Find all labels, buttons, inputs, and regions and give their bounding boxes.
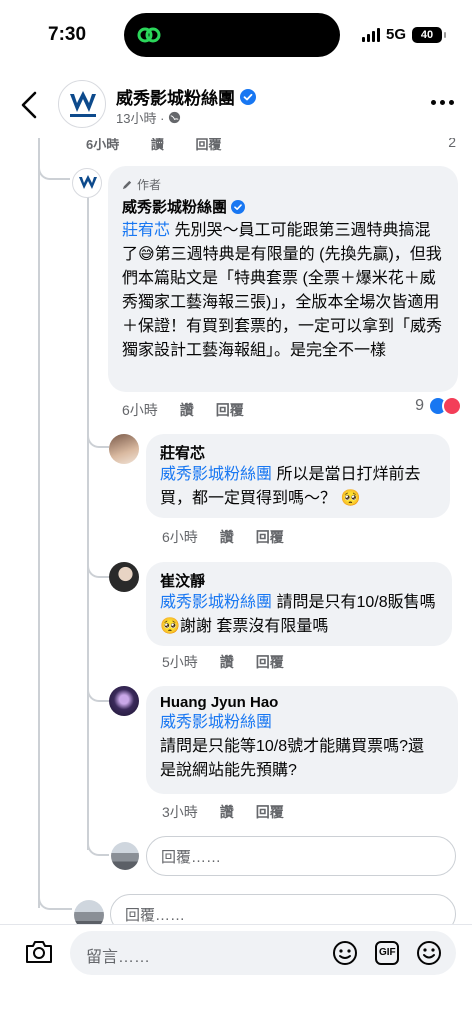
status-bar: 7:30 5G 40: [0, 0, 472, 70]
like-button[interactable]: 讚: [180, 400, 194, 420]
reply-input-placeholder: 回覆……: [161, 848, 222, 866]
gif-icon[interactable]: GIF: [372, 938, 402, 968]
back-chevron-icon[interactable]: [18, 90, 42, 120]
previous-comment-actions: 6小時 讀 回覆: [86, 138, 250, 153]
reply-actions: 3小時 讚 回覆: [162, 802, 284, 822]
network-label: 5G: [385, 26, 406, 43]
globe-icon: [169, 111, 181, 124]
thread-connector-reply-1: [87, 420, 109, 448]
reply-button[interactable]: 回覆: [256, 527, 284, 547]
comment-body: 先別哭～員工可能跟第三週特典搞混了😅第三週特典是有限量的 (先換先贏)，但我們本…: [122, 222, 443, 359]
more-options-icon[interactable]: [431, 100, 454, 105]
reply-time: 3小時: [162, 804, 198, 820]
mention-link[interactable]: 威秀影城粉絲團: [160, 714, 272, 731]
reply-avatar[interactable]: [109, 686, 139, 716]
reply-body: 請問是只能等10/8號才能購買票嗎?還是說網站能先預購?: [160, 738, 425, 779]
camera-icon[interactable]: [24, 939, 54, 965]
reaction-count: 9: [415, 397, 424, 414]
reply-bubble[interactable]: 莊宥芯 威秀影城粉絲團 所以是當日打烊前去買，都一定買得到嗎～？ 🥺: [146, 434, 450, 518]
emoji-icon[interactable]: [414, 938, 444, 968]
status-time: 7:30: [48, 24, 87, 45]
my-avatar: [111, 842, 139, 870]
vieshow-logo-icon: [79, 175, 97, 189]
like-button[interactable]: 讚: [220, 527, 234, 547]
reply-time: 5小時: [162, 654, 198, 670]
outer-reply-input[interactable]: 回覆……: [110, 894, 456, 924]
reply-time: 6小時: [162, 529, 198, 545]
reply-bubble[interactable]: 崔汶靜 威秀影城粉絲團 請問是只有10/8販售嗎🥺謝謝 套票沒有限量嗎: [146, 562, 452, 646]
signal-icon: [361, 27, 380, 42]
reply-button[interactable]: 回覆: [216, 400, 244, 420]
comment-time: 6小時: [122, 402, 158, 418]
battery-icon: 40: [412, 26, 446, 43]
previous-like-button[interactable]: 讀: [151, 138, 164, 152]
reply-text: 威秀影城粉絲團 所以是當日打烊前去買，都一定買得到嗎～？ 🥺: [160, 463, 436, 511]
gif-label: GIF: [379, 947, 396, 958]
reply-input[interactable]: 回覆……: [146, 836, 456, 876]
reply-actions: 5小時 讚 回覆: [162, 652, 284, 672]
thread-line-outer: [38, 138, 40, 908]
reply-actions: 6小時 讚 回覆: [162, 527, 284, 547]
thread-connector-reply-3: [87, 674, 109, 702]
reply-author-name[interactable]: Huang Jyun Hao: [160, 694, 444, 711]
pen-icon: [122, 180, 132, 190]
my-avatar: [74, 900, 104, 924]
reply-mention-line: 威秀影城粉絲團: [160, 711, 444, 735]
reply-author-name[interactable]: 崔汶靜: [160, 570, 438, 591]
page-avatar[interactable]: [58, 80, 106, 128]
page-name[interactable]: 威秀影城粉絲團: [116, 84, 235, 109]
reply-avatar[interactable]: [109, 562, 139, 592]
post-header: 威秀影城粉絲團 13小時 ·: [0, 72, 472, 138]
comment-thread: 6小時 讀 回覆 2 作者 威秀影城粉絲團 莊宥芯 先別哭～員工可能跟第三週特典…: [0, 138, 472, 924]
avatar-sticker-icon[interactable]: [330, 938, 360, 968]
previous-reply-button[interactable]: 回覆: [196, 138, 222, 152]
main-comment-actions: 6小時 讚 回覆: [122, 400, 244, 420]
mention-link[interactable]: 威秀影城粉絲團: [160, 594, 272, 611]
composer-tools: GIF: [330, 938, 444, 968]
reaction-summary[interactable]: 9: [415, 396, 462, 416]
reply-button[interactable]: 回覆: [256, 802, 284, 822]
mention-link[interactable]: 威秀影城粉絲團: [160, 466, 272, 483]
like-button[interactable]: 讚: [220, 652, 234, 672]
like-button[interactable]: 讚: [220, 802, 234, 822]
author-badge-label: 作者: [137, 178, 162, 192]
author-badge: 作者: [122, 176, 444, 193]
previous-reaction-count: 2: [448, 138, 456, 150]
author-avatar[interactable]: [72, 168, 102, 198]
thread-connector-main: [38, 138, 70, 180]
verified-badge-icon: [240, 88, 256, 105]
reply-avatar[interactable]: [109, 434, 139, 464]
thread-connector-reply-2: [87, 550, 109, 578]
vieshow-logo-icon: [70, 91, 96, 117]
comment-input-placeholder: 留言……: [86, 949, 151, 966]
thread-connector-outer-input: [38, 886, 72, 910]
dynamic-island: [124, 13, 340, 57]
reply-button[interactable]: 回覆: [256, 652, 284, 672]
main-comment-bubble[interactable]: 作者 威秀影城粉絲團 莊宥芯 先別哭～員工可能跟第三週特典搞混了😅第三週特典是有…: [108, 166, 458, 392]
link-icon: [137, 27, 161, 43]
comment-composer: 留言…… GIF: [0, 924, 472, 1024]
status-indicators: 5G 40: [361, 26, 446, 43]
verified-badge-icon: [231, 199, 246, 214]
comment-author-name[interactable]: 威秀影城粉絲團: [122, 196, 227, 217]
thread-line-inner: [87, 196, 89, 850]
mention-link[interactable]: 莊宥芯: [122, 222, 170, 239]
reply-text: 威秀影城粉絲團 請問是只有10/8販售嗎🥺謝謝 套票沒有限量嗎: [160, 591, 438, 639]
post-meta: 13小時 ·: [116, 108, 181, 127]
outer-reply-input-placeholder: 回覆……: [125, 906, 186, 924]
thread-connector-input: [87, 828, 109, 856]
reply-bubble[interactable]: Huang Jyun Hao 威秀影城粉絲團 請問是只能等10/8號才能購買票嗎…: [146, 686, 458, 794]
previous-comment-time: 6小時: [86, 138, 120, 152]
post-time: 13小時 ·: [116, 111, 165, 126]
comment-input[interactable]: 留言…… GIF: [70, 931, 456, 975]
page-name-row: 威秀影城粉絲團: [116, 84, 256, 109]
comment-text: 莊宥芯 先別哭～員工可能跟第三週特典搞混了😅第三週特典是有限量的 (先換先贏)，…: [122, 219, 444, 363]
love-reaction-icon: [442, 396, 462, 416]
reply-author-name[interactable]: 莊宥芯: [160, 442, 436, 463]
